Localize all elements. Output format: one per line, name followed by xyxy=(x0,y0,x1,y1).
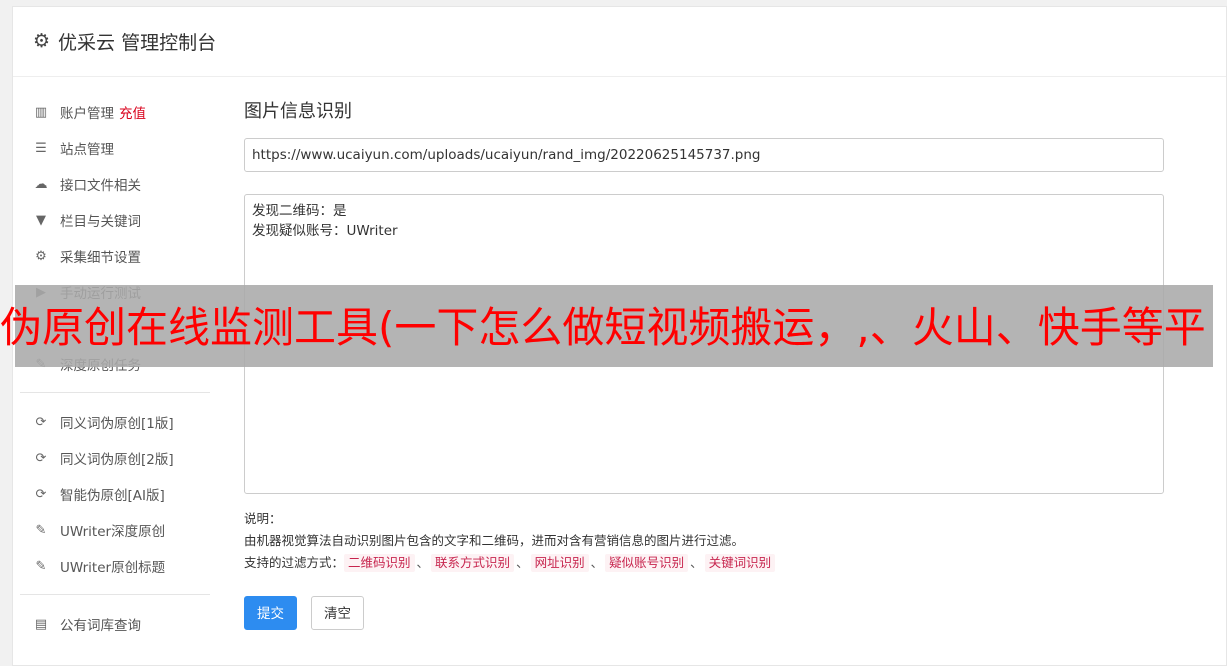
gear-icon: ⚙ xyxy=(33,30,51,52)
sidebar-item[interactable]: ⟳ 同义词伪原创[1版] xyxy=(20,404,210,440)
sidebar-item-label: 采集细节设置 xyxy=(60,250,141,266)
result-line: 发现二维码：是 xyxy=(252,203,347,219)
bar-chart-icon: ▥ xyxy=(34,104,48,120)
sidebar-item[interactable]: ⟳ 同义词伪原创[2版] xyxy=(20,440,210,476)
refresh-icon: ⟳ xyxy=(35,414,47,430)
filter-tag: 疑似账号识别 xyxy=(605,554,689,572)
sidebar: ▥账户管理充值☰站点管理☁接口文件相关▼栏目与关键词⚙采集细节设置▶手动运行测试… xyxy=(20,94,210,642)
submit-button[interactable]: 提交 xyxy=(244,596,297,630)
page-header: ⚙ 优采云 管理控制台 xyxy=(13,7,1226,77)
sidebar-item-label: 站点管理 xyxy=(60,142,114,158)
filter-methods-label: 支持的过滤方式： xyxy=(244,555,345,570)
edit-icon: ✎ xyxy=(35,522,47,538)
filter-separator: 、 xyxy=(590,555,604,570)
filter-methods: 支持的过滤方式： 二维码识别、联系方式识别、网址识别、疑似账号识别、关键词识别 xyxy=(244,552,1164,574)
server-icon: ☰ xyxy=(35,140,47,156)
sidebar-item[interactable]: ☰ 站点管理 xyxy=(20,130,210,166)
filter-tag: 二维码识别 xyxy=(344,554,415,572)
recharge-link[interactable]: 充值 xyxy=(119,102,146,122)
sidebar-divider xyxy=(20,392,210,393)
sidebar-item[interactable]: ⟳ 智能伪原创[AI版] xyxy=(20,476,210,512)
clear-button[interactable]: 清空 xyxy=(311,596,364,630)
cloud-upload-icon: ☁ xyxy=(34,176,48,192)
sidebar-item[interactable]: ✎ UWriter深度原创 xyxy=(20,512,210,548)
sidebar-item-label: 同义词伪原创[1版] xyxy=(60,416,174,432)
description: 说明： 由机器视觉算法自动识别图片包含的文字和二维码，进而对含有营销信息的图片进… xyxy=(244,508,1164,574)
description-text: 由机器视觉算法自动识别图片包含的文字和二维码，进而对含有营销信息的图片进行过滤。 xyxy=(244,533,745,548)
description-label: 说明： xyxy=(244,511,282,526)
sidebar-item[interactable]: ▼ 栏目与关键词 xyxy=(20,202,210,238)
sidebar-item-label: UWriter深度原创 xyxy=(60,524,166,540)
page-title: 优采云 管理控制台 xyxy=(58,32,217,54)
sidebar-item[interactable]: ▤ 公有词库查询 xyxy=(20,606,210,642)
sidebar-item-label: 智能伪原创[AI版] xyxy=(60,488,165,504)
sidebar-item[interactable]: ☁ 接口文件相关 xyxy=(20,166,210,202)
filter-tag: 关键词识别 xyxy=(704,554,776,572)
sidebar-item-label: 公有词库查询 xyxy=(60,618,141,634)
sidebar-item[interactable]: ✎ UWriter原创标题 xyxy=(20,548,210,584)
edit-icon: ✎ xyxy=(35,558,47,574)
sidebar-item-label: 栏目与关键词 xyxy=(60,214,141,230)
refresh-icon: ⟳ xyxy=(35,450,47,466)
sidebar-item-label: 接口文件相关 xyxy=(60,178,141,194)
watermark-banner-text: 伪原创在线监测工具(一下怎么做短视频搬运，,、火山、快手等平 xyxy=(0,303,1206,352)
sidebar-item-label: UWriter原创标题 xyxy=(60,560,166,576)
sidebar-item-label: 账户管理 xyxy=(60,106,114,122)
sidebar-divider xyxy=(20,594,210,595)
result-line: 发现疑似账号：UWriter xyxy=(252,223,398,239)
filter-separator: 、 xyxy=(690,555,703,570)
sidebar-item-label: 同义词伪原创[2版] xyxy=(60,452,174,468)
sidebar-item[interactable]: ▥ 账户管理 充值 xyxy=(20,94,210,130)
filter-tag: 联系方式识别 xyxy=(431,554,515,572)
book-icon: ▤ xyxy=(34,616,48,632)
image-url-input[interactable]: https://www.ucaiyun.com/uploads/ucaiyun/… xyxy=(244,138,1164,172)
cogs-icon: ⚙ xyxy=(35,248,47,264)
filter-separator: 、 xyxy=(516,555,529,570)
filter-separator: 、 xyxy=(416,555,430,570)
sidebar-group-lexicon: ▤ 公有词库查询 xyxy=(20,606,210,642)
sidebar-item[interactable]: ⚙ 采集细节设置 xyxy=(20,238,210,274)
action-buttons: 提交 清空 xyxy=(244,596,1164,630)
filter-icon: ▼ xyxy=(36,212,46,228)
filter-tag: 网址识别 xyxy=(530,554,589,572)
refresh-icon: ⟳ xyxy=(35,486,47,502)
section-title: 图片信息识别 xyxy=(244,101,352,122)
sidebar-group-tools: ⟳ 同义词伪原创[1版] ⟳ 同义词伪原创[2版] ⟳ 智能伪原创[AI版] ✎ UWrite… xyxy=(20,404,210,584)
